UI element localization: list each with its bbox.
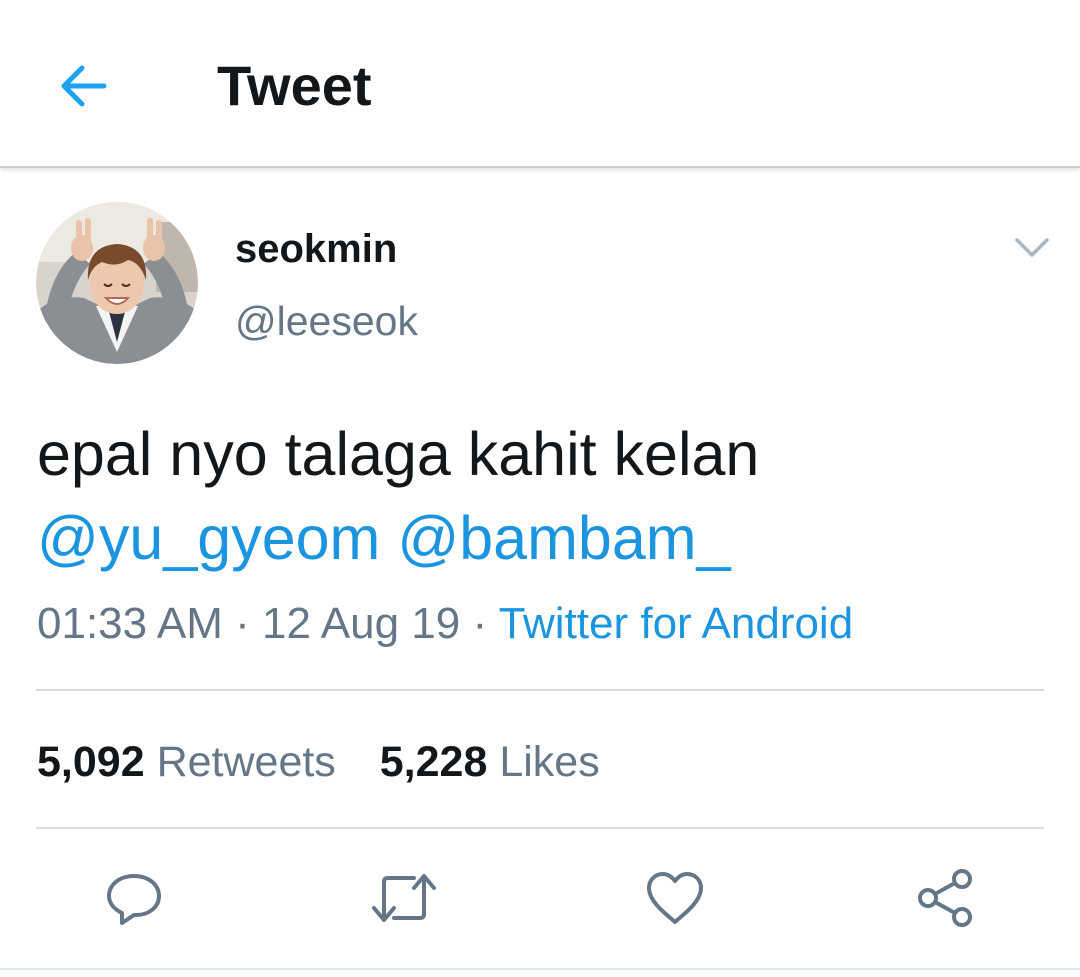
- retweets-count: 5,092: [37, 738, 145, 786]
- tweet-time: 01:33 AM: [37, 599, 223, 648]
- author-display-name[interactable]: seokmin: [235, 224, 397, 274]
- meta-separator: ·: [472, 599, 488, 648]
- chevron-down-icon: [1015, 238, 1049, 257]
- meta-separator: ·: [235, 599, 250, 648]
- tweet-options-button[interactable]: [1004, 220, 1060, 276]
- reply-button[interactable]: [98, 862, 170, 934]
- retweet-button[interactable]: [368, 862, 440, 934]
- share-icon: [918, 869, 972, 927]
- likes-stat[interactable]: 5,228 Likes: [380, 734, 600, 790]
- tweet-mentions: @yu_gyeom @bambam_: [37, 496, 1047, 580]
- mention-link[interactable]: @yu_gyeom: [37, 504, 380, 572]
- back-button[interactable]: [44, 46, 124, 126]
- divider: [36, 827, 1044, 829]
- tweet-source-link[interactable]: Twitter for Android: [499, 599, 854, 648]
- like-button[interactable]: [639, 862, 711, 934]
- divider: [0, 968, 1080, 970]
- tweet-meta: 01:33 AM · 12 Aug 19 · Twitter for Andro…: [37, 596, 853, 652]
- retweets-label: Retweets: [156, 738, 336, 786]
- tweet-text: epal nyo talaga kahit kelan @yu_gyeom @b…: [37, 412, 1047, 580]
- reply-icon: [107, 874, 161, 925]
- page-title: Tweet: [217, 54, 372, 117]
- tweet-stats: 5,092 Retweets 5,228 Likes: [37, 734, 600, 790]
- likes-count: 5,228: [379, 738, 488, 786]
- avatar-photo: [36, 202, 198, 364]
- retweet-icon: [372, 874, 436, 922]
- share-button[interactable]: [909, 862, 981, 934]
- author-handle[interactable]: @leeseok: [235, 296, 418, 346]
- likes-label: Likes: [499, 738, 600, 786]
- avatar[interactable]: [36, 202, 198, 364]
- retweets-stat[interactable]: 5,092 Retweets: [37, 734, 336, 790]
- tweet-text-body: epal nyo talaga kahit kelan: [37, 420, 760, 488]
- mention-link[interactable]: @bambam_: [397, 504, 730, 572]
- arrow-left-icon: [61, 65, 107, 107]
- tweet-date: 12 Aug 19: [262, 599, 461, 648]
- like-icon: [647, 872, 703, 924]
- tweet-detail-screen: Tweet seokmin @leeseok epal nyo talaga k…: [0, 0, 1080, 977]
- app-header: Tweet: [0, 0, 1080, 168]
- divider: [36, 689, 1044, 691]
